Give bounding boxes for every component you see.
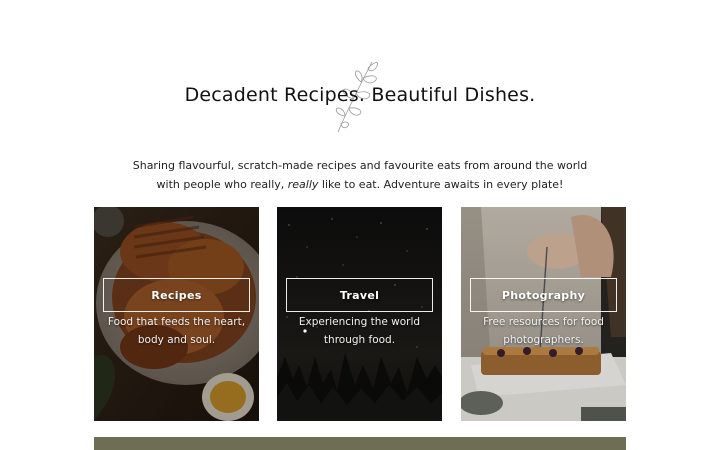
- footer-accent-bar: [94, 437, 626, 450]
- card-photography-title: Photography: [470, 278, 617, 312]
- card-photography-description: Free resources for food photographers.: [483, 316, 604, 346]
- hero-section: Decadent Recipes. Beautiful Dishes. Shar…: [0, 0, 720, 200]
- intro-text-part2: like to eat. Adventure awaits in every p…: [318, 178, 564, 191]
- card-travel[interactable]: Travel Experiencing the world through fo…: [277, 207, 442, 421]
- card-photography[interactable]: Photography Free resources for food phot…: [461, 207, 626, 421]
- intro-text-emphasis: really: [287, 178, 319, 191]
- intro-text: Sharing flavourful, scratch-made recipes…: [120, 156, 600, 194]
- page-headline: Decadent Recipes. Beautiful Dishes.: [184, 84, 536, 106]
- card-recipes[interactable]: Recipes Food that feeds the heart, body …: [94, 207, 259, 421]
- card-recipes-description: Food that feeds the heart, body and soul…: [107, 316, 246, 346]
- card-recipes-title: Recipes: [103, 278, 250, 312]
- card-travel-description: Experiencing the world through food.: [298, 316, 421, 346]
- card-travel-title: Travel: [286, 278, 433, 312]
